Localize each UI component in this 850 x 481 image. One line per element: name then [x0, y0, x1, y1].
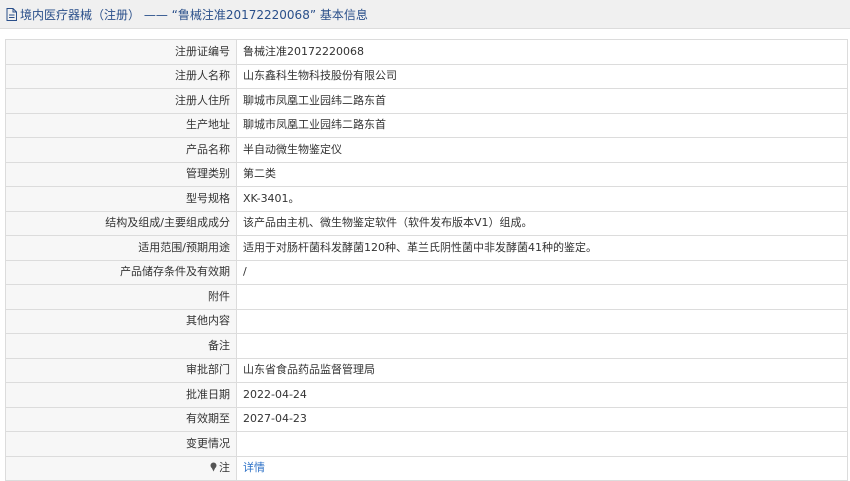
row-label: 附件 [5, 284, 237, 310]
row-label: 管理类别 [5, 161, 237, 187]
row-value: 半自动微生物鉴定仪 [236, 137, 848, 163]
table-row: 附件 [5, 284, 848, 310]
row-label: 注册人名称 [5, 63, 237, 89]
row-value [236, 333, 848, 359]
pin-icon [210, 462, 217, 472]
table-row: 产品名称 半自动微生物鉴定仪 [5, 137, 848, 163]
table-row: 批准日期 2022-04-24 [5, 382, 848, 408]
row-label: 生产地址 [5, 112, 237, 138]
row-value: 鲁械注准20172220068 [236, 39, 848, 65]
row-label: 型号规格 [5, 186, 237, 212]
table-row: 审批部门 山东省食品药品监督管理局 [5, 357, 848, 383]
row-label: 变更情况 [5, 431, 237, 457]
table-row: 备注 [5, 333, 848, 359]
row-value [236, 431, 848, 457]
row-value: 2027-04-23 [236, 406, 848, 432]
document-icon [6, 7, 17, 21]
note-label: 注 [219, 461, 230, 475]
row-label: 其他内容 [5, 308, 237, 334]
details-link[interactable]: 详情 [243, 461, 265, 474]
row-label: 备注 [5, 333, 237, 359]
row-value: 第二类 [236, 161, 848, 187]
note-row: 注 详情 [5, 455, 848, 481]
table-row: 产品储存条件及有效期 / [5, 259, 848, 285]
row-label: 批准日期 [5, 382, 237, 408]
row-value: XK-3401。 [236, 186, 848, 212]
row-label: 审批部门 [5, 357, 237, 383]
note-value-cell: 详情 [236, 455, 848, 481]
info-table-container: 注册证编号 鲁械注准20172220068 注册人名称 山东鑫科生物科技股份有限公司… [0, 29, 850, 481]
page-title-bar: 境内医疗器械（注册） —— “鲁械注准20172220068” 基本信息 [0, 0, 850, 29]
table-row: 注册证编号 鲁械注准20172220068 [5, 39, 848, 65]
row-label: 有效期至 [5, 406, 237, 432]
row-value: 聊城市凤凰工业园纬二路东首 [236, 112, 848, 138]
row-label: 产品储存条件及有效期 [5, 259, 237, 285]
table-row: 注册人名称 山东鑫科生物科技股份有限公司 [5, 63, 848, 89]
table-row: 有效期至 2027-04-23 [5, 406, 848, 432]
row-label: 注册证编号 [5, 39, 237, 65]
row-value: 山东省食品药品监督管理局 [236, 357, 848, 383]
table-row: 注册人住所 聊城市凤凰工业园纬二路东首 [5, 88, 848, 114]
row-label: 产品名称 [5, 137, 237, 163]
table-row: 其他内容 [5, 308, 848, 334]
info-table: 注册证编号 鲁械注准20172220068 注册人名称 山东鑫科生物科技股份有限公司… [5, 39, 848, 481]
page-title: 境内医疗器械（注册） —— “鲁械注准20172220068” 基本信息 [20, 7, 368, 22]
row-value: 该产品由主机、微生物鉴定软件（软件发布版本V1）组成。 [236, 210, 848, 236]
table-row: 适用范围/预期用途 适用于对肠杆菌科发酵菌120种、革兰氏阴性菌中非发酵菌41种的… [5, 235, 848, 261]
table-row: 生产地址 聊城市凤凰工业园纬二路东首 [5, 112, 848, 138]
row-label: 结构及组成/主要组成成分 [5, 210, 237, 236]
table-row: 管理类别 第二类 [5, 161, 848, 187]
row-value: 聊城市凤凰工业园纬二路东首 [236, 88, 848, 114]
row-value: 2022-04-24 [236, 382, 848, 408]
table-row: 变更情况 [5, 431, 848, 457]
row-value [236, 308, 848, 334]
row-value: / [236, 259, 848, 285]
row-value [236, 284, 848, 310]
table-row: 结构及组成/主要组成成分 该产品由主机、微生物鉴定软件（软件发布版本V1）组成。 [5, 210, 848, 236]
row-value: 山东鑫科生物科技股份有限公司 [236, 63, 848, 89]
note-label-cell: 注 [5, 455, 237, 481]
row-label: 注册人住所 [5, 88, 237, 114]
row-label: 适用范围/预期用途 [5, 235, 237, 261]
row-value: 适用于对肠杆菌科发酵菌120种、革兰氏阴性菌中非发酵菌41种的鉴定。 [236, 235, 848, 261]
table-row: 型号规格 XK-3401。 [5, 186, 848, 212]
